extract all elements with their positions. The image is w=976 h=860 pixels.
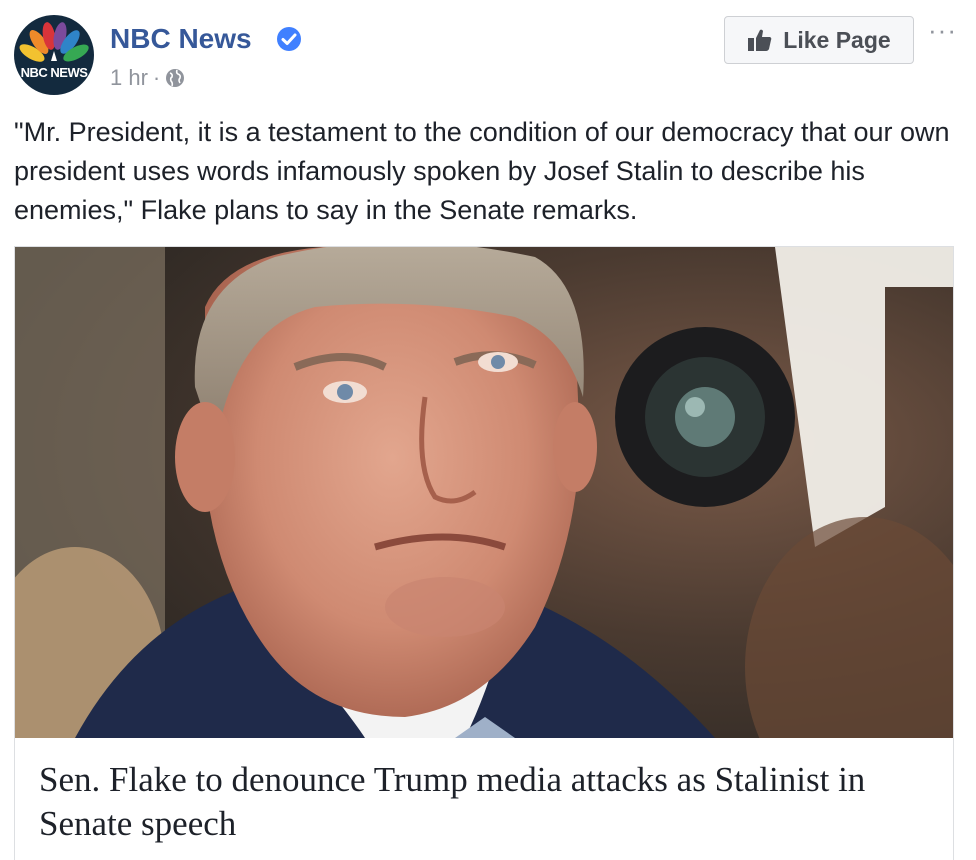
link-preview-image[interactable]	[15, 247, 953, 738]
meta-separator: ·	[152, 65, 161, 90]
page-name-link[interactable]: NBC News	[110, 23, 252, 55]
post-meta: 1 hr ·	[110, 65, 185, 91]
more-options-button[interactable]: ···	[928, 15, 957, 45]
like-page-button[interactable]: Like Page	[724, 16, 914, 64]
verified-badge-icon	[277, 27, 301, 51]
post-header: NBC NEWS NBC News 1 hr · Like Page ···	[14, 15, 964, 95]
link-preview-card[interactable]: Sen. Flake to denounce Trump media attac…	[14, 246, 954, 860]
post-message: "Mr. President, it is a testament to the…	[14, 117, 950, 225]
avatar-label: NBC NEWS	[20, 65, 88, 80]
thumbs-up-icon	[748, 29, 772, 51]
globe-icon[interactable]	[165, 68, 185, 88]
nbc-peacock-logo	[19, 22, 89, 62]
link-preview-title[interactable]: Sen. Flake to denounce Trump media attac…	[39, 758, 929, 846]
like-page-label: Like Page	[783, 26, 891, 53]
post-timestamp[interactable]: 1 hr	[110, 65, 148, 91]
page-avatar[interactable]: NBC NEWS	[14, 15, 94, 95]
senator-photo	[15, 247, 953, 738]
